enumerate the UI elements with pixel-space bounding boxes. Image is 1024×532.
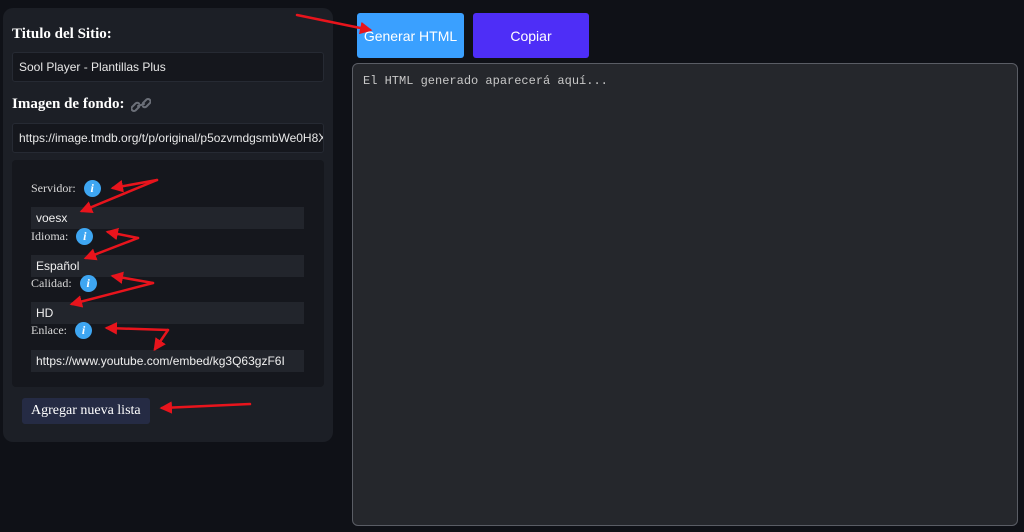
server-list-item: Servidor: i voesx Idioma: i Español Cali… <box>12 160 324 387</box>
link-input[interactable]: https://www.youtube.com/embed/kg3Q63gzF6… <box>31 350 304 372</box>
quality-field-label: Calidad: i <box>31 275 97 292</box>
link-label-text: Enlace: <box>31 323 67 337</box>
quality-input[interactable]: HD <box>31 302 304 324</box>
page: Titulo del Sitio: Sool Player - Plantill… <box>0 0 1024 532</box>
language-field-label: Idioma: i <box>31 228 94 245</box>
generate-html-button[interactable]: Generar HTML <box>357 13 464 58</box>
server-field-label: Servidor: i <box>31 180 101 197</box>
settings-panel: Titulo del Sitio: Sool Player - Plantill… <box>3 8 333 442</box>
server-info-icon[interactable]: i <box>83 180 101 197</box>
quality-label-text: Calidad: <box>31 276 72 290</box>
add-list-button[interactable]: Agregar nueva lista <box>22 398 150 424</box>
link-icon <box>130 97 151 113</box>
background-image-label: Imagen de fondo: <box>12 96 125 112</box>
language-info-icon[interactable]: i <box>76 228 94 245</box>
site-title-input[interactable]: Sool Player - Plantillas Plus <box>12 52 324 82</box>
background-image-label-row: Imagen de fondo: <box>12 96 151 113</box>
server-label-text: Servidor: <box>31 181 76 195</box>
copy-button[interactable]: Copiar <box>473 13 589 58</box>
language-label-text: Idioma: <box>31 229 69 243</box>
site-title-label: Titulo del Sitio: <box>12 26 112 42</box>
html-output-textarea[interactable] <box>352 63 1018 526</box>
background-image-input[interactable]: https://image.tmdb.org/t/p/original/p5oz… <box>12 123 324 153</box>
link-info-icon[interactable]: i <box>74 322 92 339</box>
server-input[interactable]: voesx <box>31 207 304 229</box>
quality-info-icon[interactable]: i <box>79 275 97 292</box>
link-field-label: Enlace: i <box>31 322 92 339</box>
language-input[interactable]: Español <box>31 255 304 277</box>
